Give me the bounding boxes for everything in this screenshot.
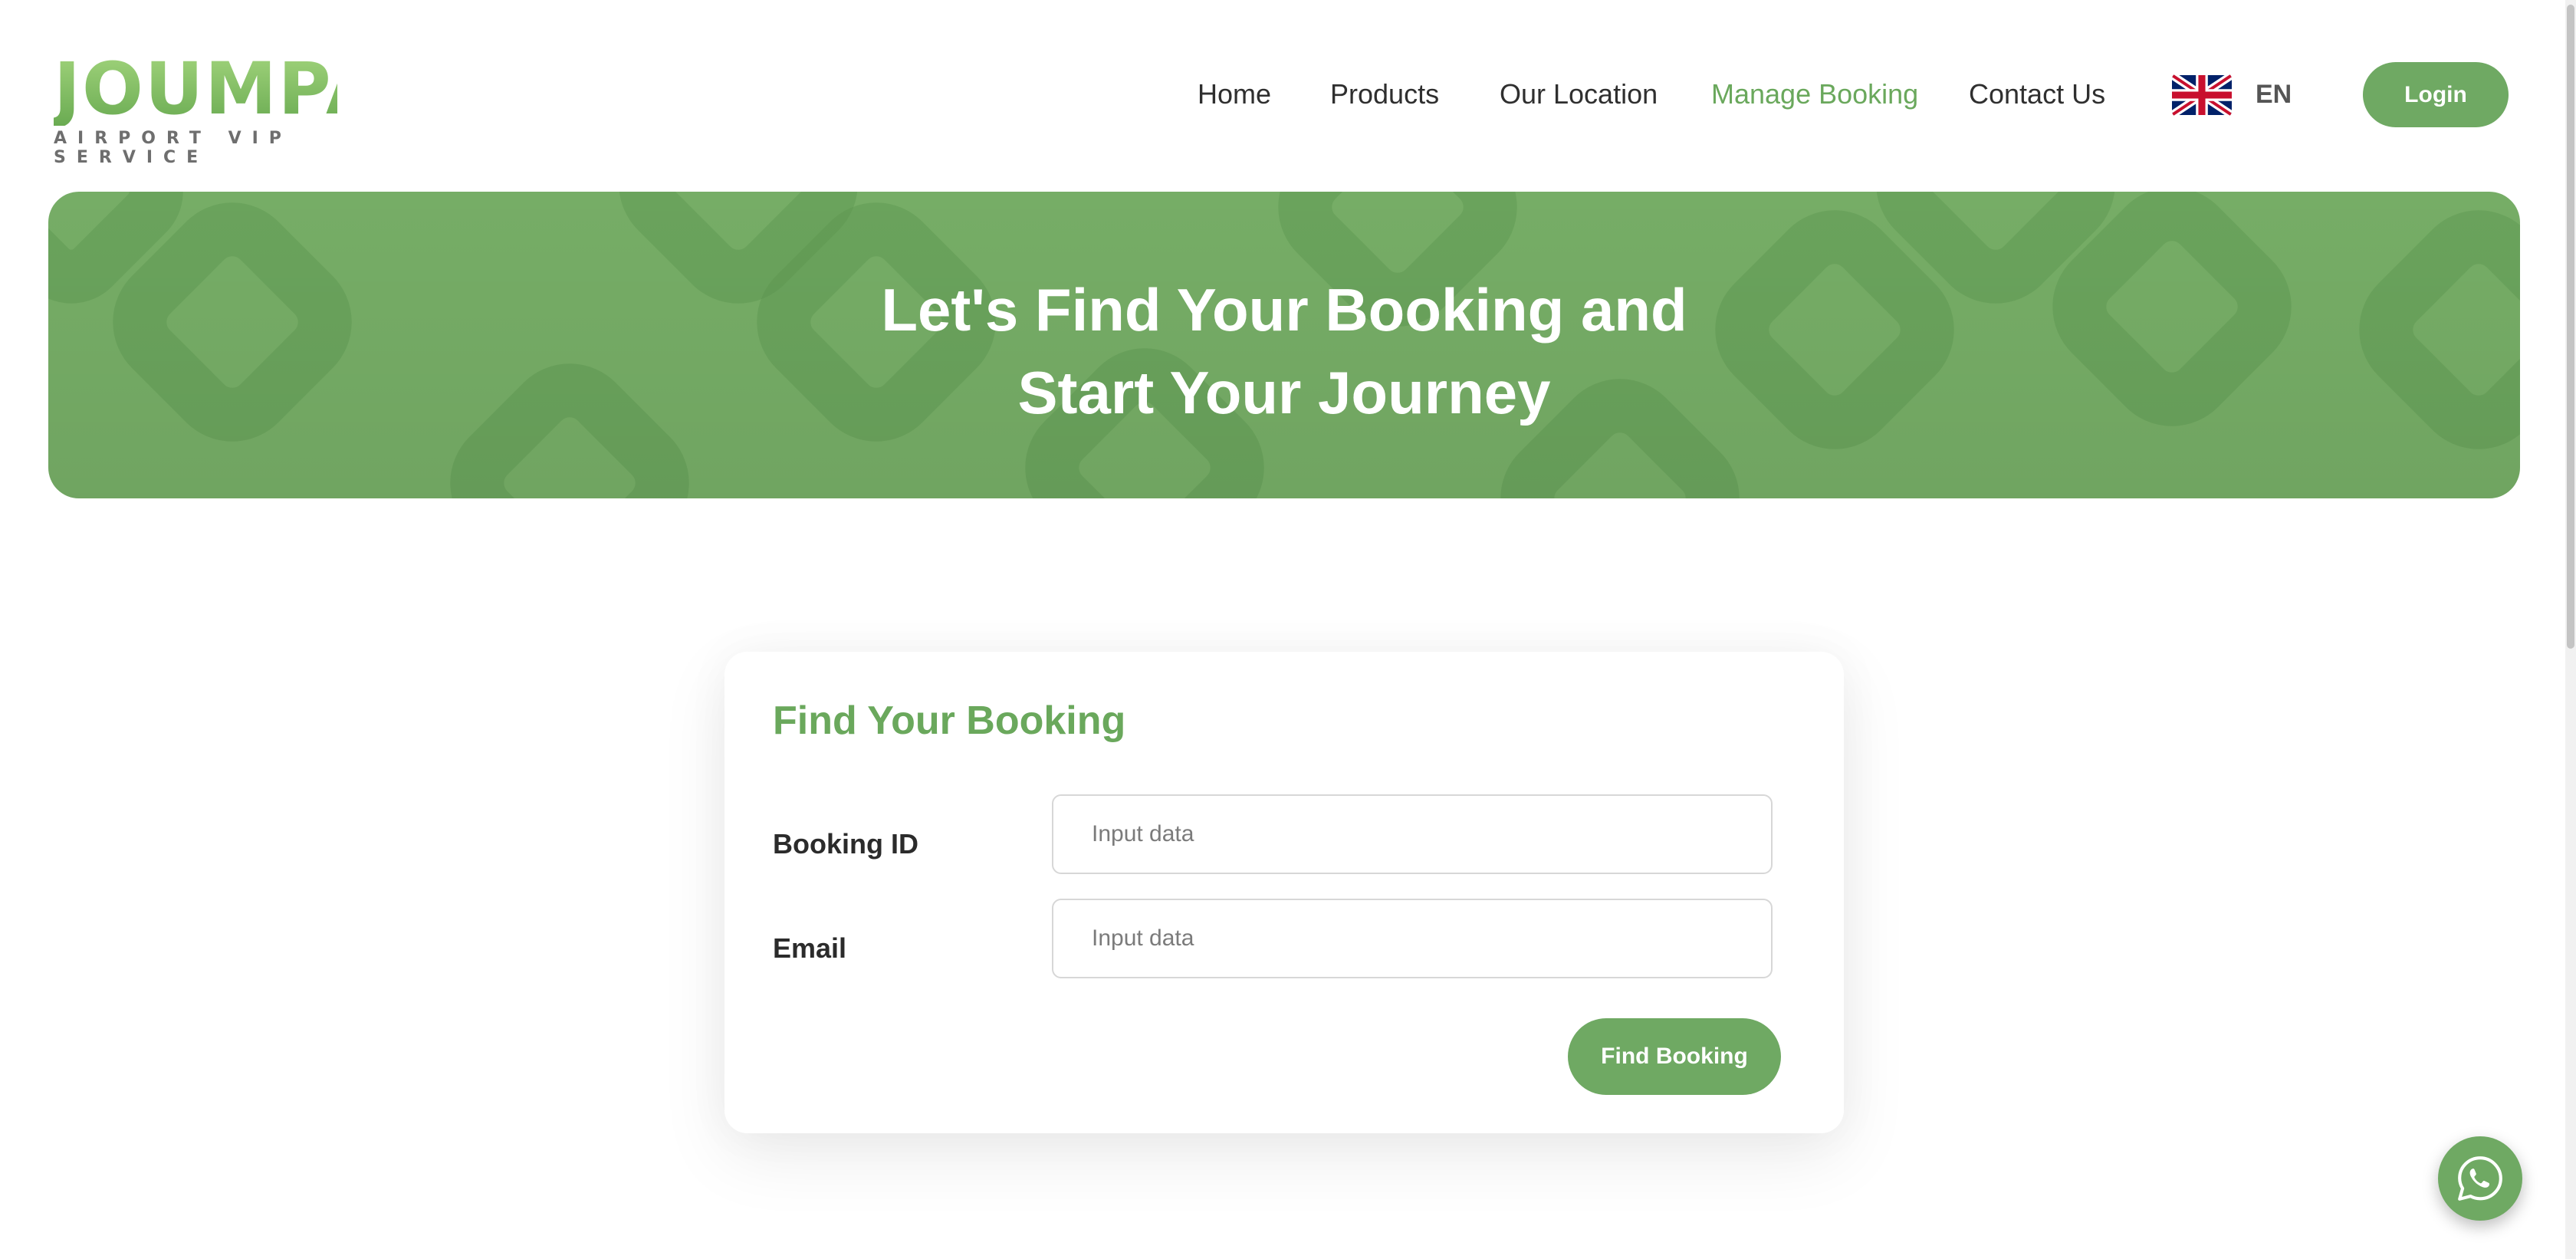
whatsapp-button[interactable] [2438,1136,2522,1221]
find-booking-card: Find Your Booking Booking ID Email Find … [724,652,1844,1133]
page: JOUMPA AIRPORT VIP SERVICE Home Products… [0,0,2576,1259]
email-input[interactable] [1052,899,1773,978]
joumpa-logo[interactable]: JOUMPA AIRPORT VIP SERVICE [54,48,383,168]
nav-products[interactable]: Products [1330,75,1439,113]
site-header: JOUMPA AIRPORT VIP SERVICE Home Products… [0,0,2576,188]
email-label: Email [773,932,847,964]
nav-home[interactable]: Home [1198,75,1271,113]
login-button[interactable]: Login [2363,62,2509,127]
hero-title: Let's Find Your Booking and Start Your J… [48,268,2520,434]
language-selector[interactable]: EN [2256,75,2292,113]
whatsapp-icon [2458,1156,2502,1201]
logo-wordmark: JOUMPA [54,48,383,131]
hero-banner: Let's Find Your Booking and Start Your J… [48,192,2520,498]
find-booking-button[interactable]: Find Booking [1568,1018,1781,1095]
booking-id-label: Booking ID [773,828,918,860]
logo-tagline: AIRPORT VIP SERVICE [54,129,292,167]
card-title: Find Your Booking [773,699,1126,743]
hero-title-line-2: Start Your Journey [1017,359,1551,426]
hero-title-line-1: Let's Find Your Booking and [881,276,1687,344]
nav-manage-booking[interactable]: Manage Booking [1711,75,1918,113]
nav-our-location[interactable]: Our Location [1500,75,1658,113]
scrollbar-thumb[interactable] [2567,5,2574,649]
nav-contact-us[interactable]: Contact Us [1969,75,2105,113]
booking-id-input[interactable] [1052,794,1773,874]
uk-flag-icon[interactable] [2172,73,2232,117]
